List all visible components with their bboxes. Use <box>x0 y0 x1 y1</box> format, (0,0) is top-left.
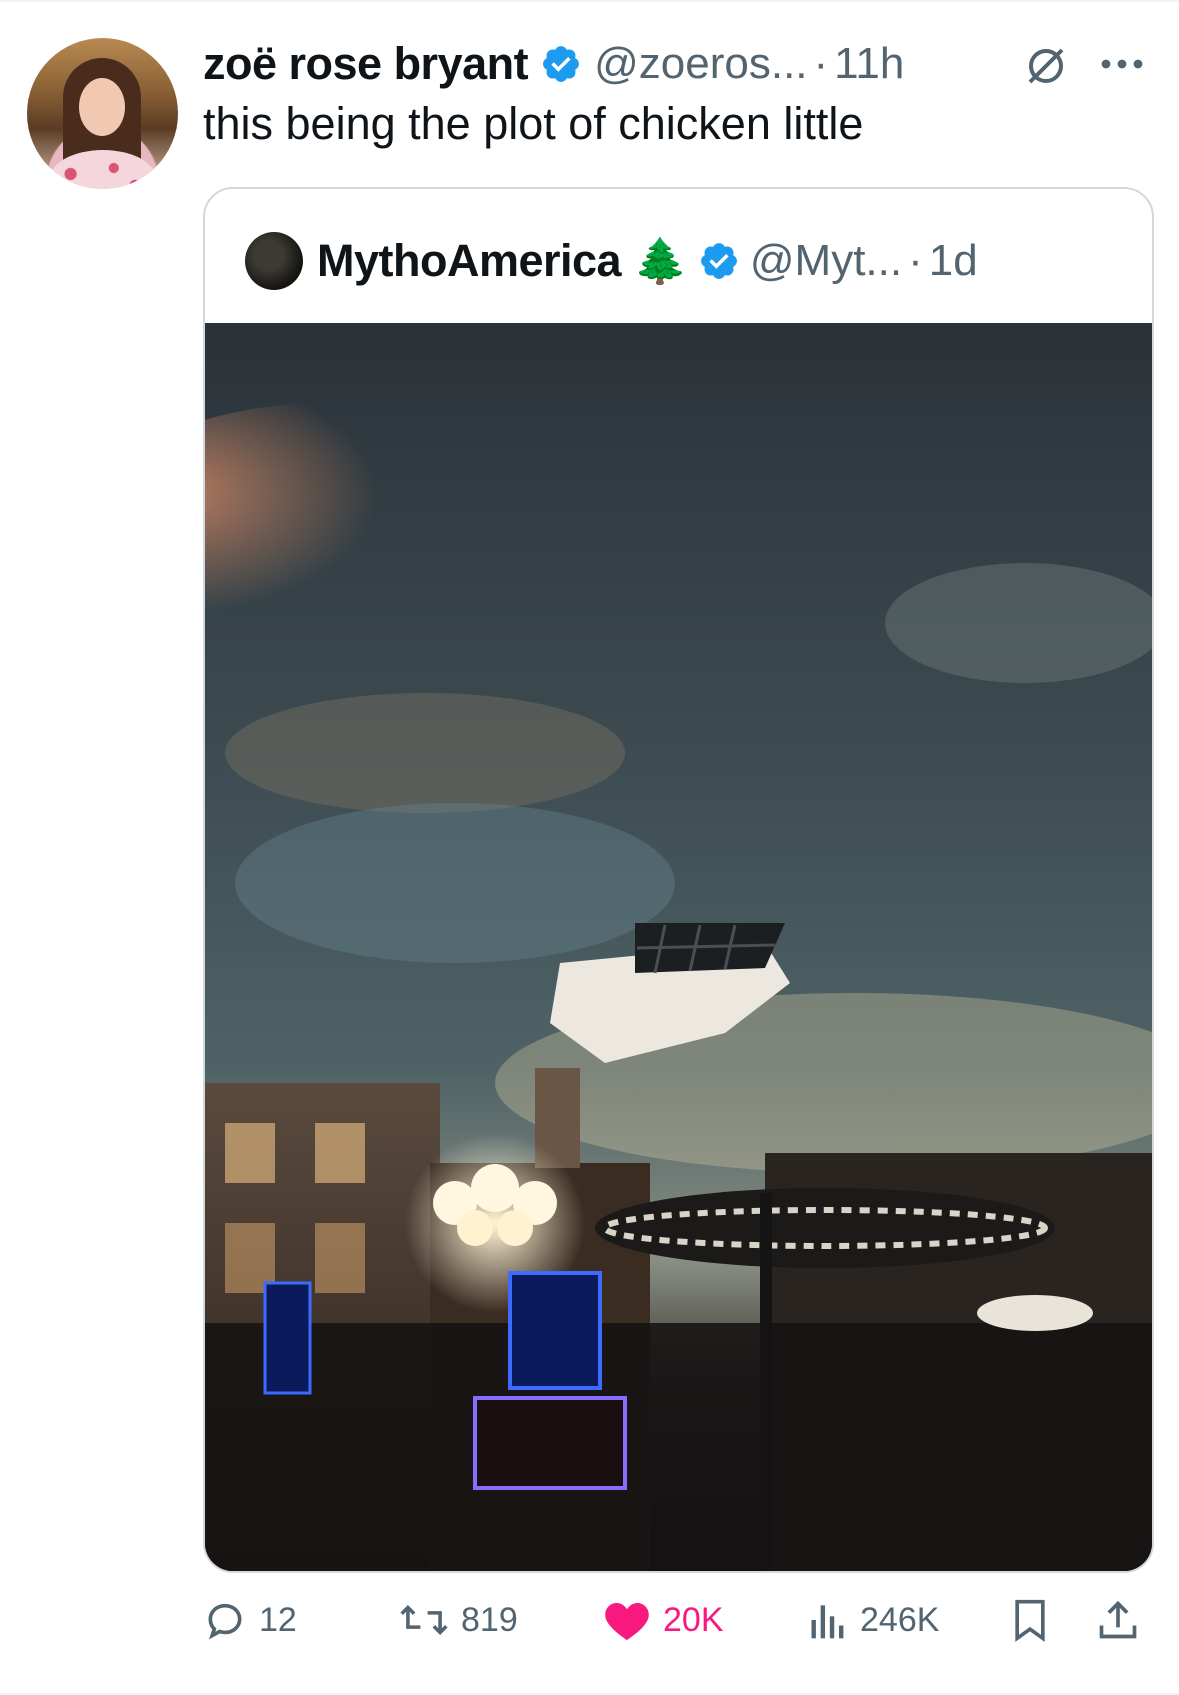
verified-badge-icon <box>700 243 737 279</box>
reply-icon <box>208 1603 242 1640</box>
quoted-author-handle[interactable]: @Myt... <box>750 236 902 286</box>
quoted-tweet-photo[interactable] <box>205 323 1152 1571</box>
like-count: 20K <box>663 1600 724 1639</box>
tweet-header: zoë rose bryant @zoeros... · 11h <box>203 34 904 94</box>
repost-count: 819 <box>461 1600 518 1639</box>
quoted-header-separator: · <box>908 236 923 285</box>
share-icon <box>1099 1600 1137 1639</box>
quoted-tweet-header: MythoAmerica 🌲 @Myt... · 1d <box>245 231 978 291</box>
repost-icon <box>400 1604 448 1636</box>
quoted-tweet[interactable]: MythoAmerica 🌲 @Myt... · 1d <box>203 187 1154 1573</box>
verified-badge-icon <box>543 46 580 82</box>
tweet-text: this being the plot of chicken little <box>203 98 864 149</box>
avatar-face <box>79 78 125 136</box>
grok-icon[interactable] <box>1022 42 1070 90</box>
tweet-actions: 12 819 20K 246K <box>203 1590 1150 1650</box>
quoted-tweet-time[interactable]: 1d <box>929 236 978 286</box>
bookmark-icon <box>1015 1599 1045 1642</box>
casino-ceiling-photo <box>205 323 1152 1571</box>
views-button[interactable]: 246K <box>808 1590 939 1650</box>
reply-count: 12 <box>259 1600 297 1639</box>
author-name[interactable]: zoë rose bryant <box>203 38 529 90</box>
like-button[interactable]: 20K <box>603 1590 724 1650</box>
share-button[interactable] <box>1096 1590 1152 1650</box>
header-separator: · <box>813 39 829 88</box>
author-handle[interactable]: @zoeros... <box>594 39 807 89</box>
top-divider <box>0 0 1179 2</box>
views-icon <box>811 1605 844 1639</box>
repost-button[interactable]: 819 <box>399 1590 518 1650</box>
bookmark-button[interactable] <box>1010 1590 1062 1650</box>
view-count: 246K <box>860 1600 940 1639</box>
more-icon[interactable] <box>1098 44 1146 84</box>
quoted-author-avatar[interactable] <box>245 232 303 290</box>
like-icon <box>605 1603 649 1640</box>
tweet-time[interactable]: 11h <box>834 39 904 89</box>
quoted-author-name[interactable]: MythoAmerica <box>317 235 622 287</box>
reply-button[interactable]: 12 <box>203 1590 297 1650</box>
tree-emoji: 🌲 <box>633 237 688 286</box>
author-avatar[interactable] <box>27 38 178 189</box>
